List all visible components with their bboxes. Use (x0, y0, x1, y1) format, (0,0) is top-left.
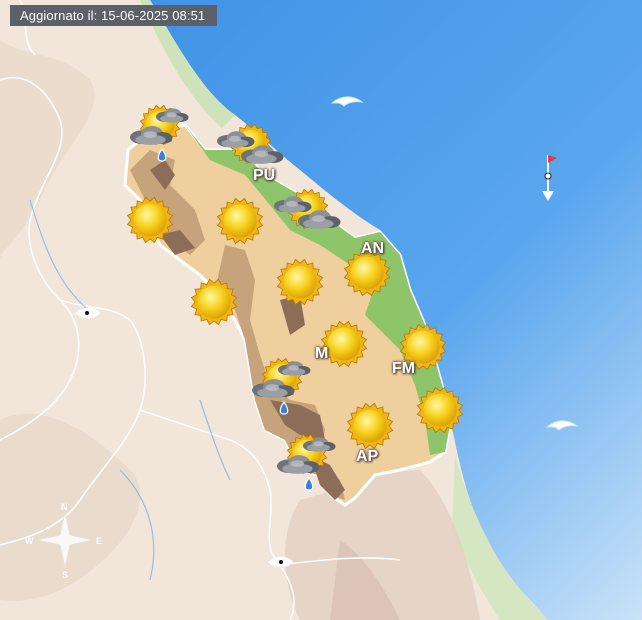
province-label-ap: AP (356, 448, 379, 465)
compass-north-label: N (61, 502, 68, 512)
last-updated-label: Aggiornato il: 15-06-2025 08:51 (10, 5, 218, 26)
wx-jesi[interactable] (276, 258, 324, 311)
wx-sibillini[interactable] (275, 433, 347, 499)
province-label-an: AN (361, 240, 385, 257)
compass-west-label: W (25, 536, 34, 546)
wx-urbino[interactable] (128, 104, 200, 170)
wx-cagli[interactable] (126, 196, 174, 249)
wx-fossombrone[interactable] (216, 197, 264, 250)
province-label-fm: FM (392, 360, 416, 377)
wx-fabriano[interactable] (190, 278, 238, 331)
compass-south-label: S (62, 570, 69, 580)
wx-camerino[interactable] (250, 357, 322, 423)
province-label-mc: M (315, 345, 329, 362)
province-label-pu: PU (253, 167, 276, 184)
weather-map: N S E W PU AN M FM AP Aggiornato il: 15-… (0, 0, 642, 620)
wx-senigallia[interactable] (272, 187, 350, 242)
wx-sanbenedetto[interactable] (416, 386, 464, 439)
compass-east-label: E (96, 536, 103, 546)
